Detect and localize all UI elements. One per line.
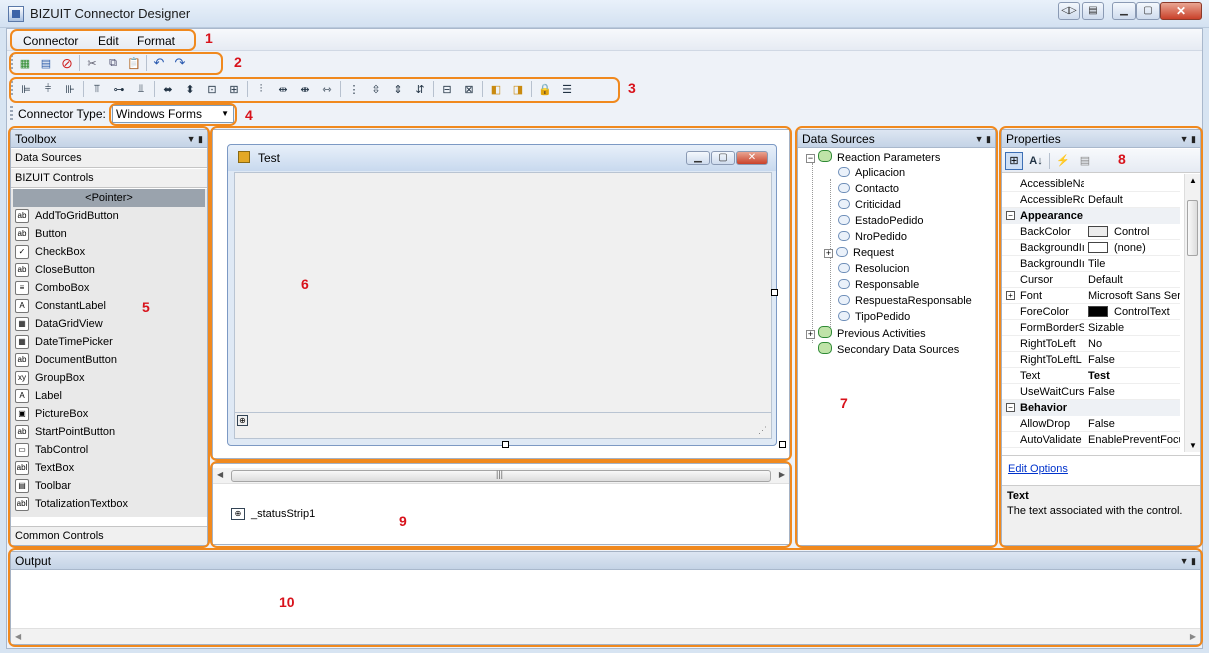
annotation-3: 3 xyxy=(628,80,636,96)
connector-type-label: Connector Type: xyxy=(18,107,106,121)
annotation-8: 8 xyxy=(1118,151,1126,167)
pin-window-icon[interactable]: ▤ xyxy=(1082,2,1104,20)
annotation-9: 9 xyxy=(399,513,407,529)
highlight-component-tray xyxy=(210,461,792,548)
annotation-2: 2 xyxy=(234,54,242,70)
highlight-layout-toolbar xyxy=(9,77,620,103)
highlight-data-sources xyxy=(795,126,998,548)
highlight-output xyxy=(8,548,1203,647)
highlight-menu xyxy=(10,29,196,51)
close-button[interactable]: ✕ xyxy=(1160,2,1202,20)
minimize-button[interactable]: ▁ xyxy=(1112,2,1136,20)
title-bar: BIZUIT Connector Designer ◁▷ ▤ ▁ ▢ ✕ xyxy=(0,0,1209,28)
highlight-designer xyxy=(210,126,792,461)
annotation-1: 1 xyxy=(205,30,213,46)
toolbar-grip[interactable] xyxy=(10,106,13,122)
app-icon xyxy=(8,6,24,22)
highlight-toolbox xyxy=(8,126,210,548)
annotation-4: 4 xyxy=(245,107,253,123)
window-title: BIZUIT Connector Designer xyxy=(30,6,191,21)
highlight-connector-type xyxy=(109,103,237,126)
highlight-properties xyxy=(999,126,1203,548)
annotation-10: 10 xyxy=(279,594,295,610)
annotation-7: 7 xyxy=(840,395,848,411)
annotation-5: 5 xyxy=(142,299,150,315)
restore-left-icon[interactable]: ◁▷ xyxy=(1058,2,1080,20)
highlight-standard-toolbar xyxy=(9,52,223,75)
maximize-button[interactable]: ▢ xyxy=(1136,2,1160,20)
annotation-6: 6 xyxy=(301,276,309,292)
